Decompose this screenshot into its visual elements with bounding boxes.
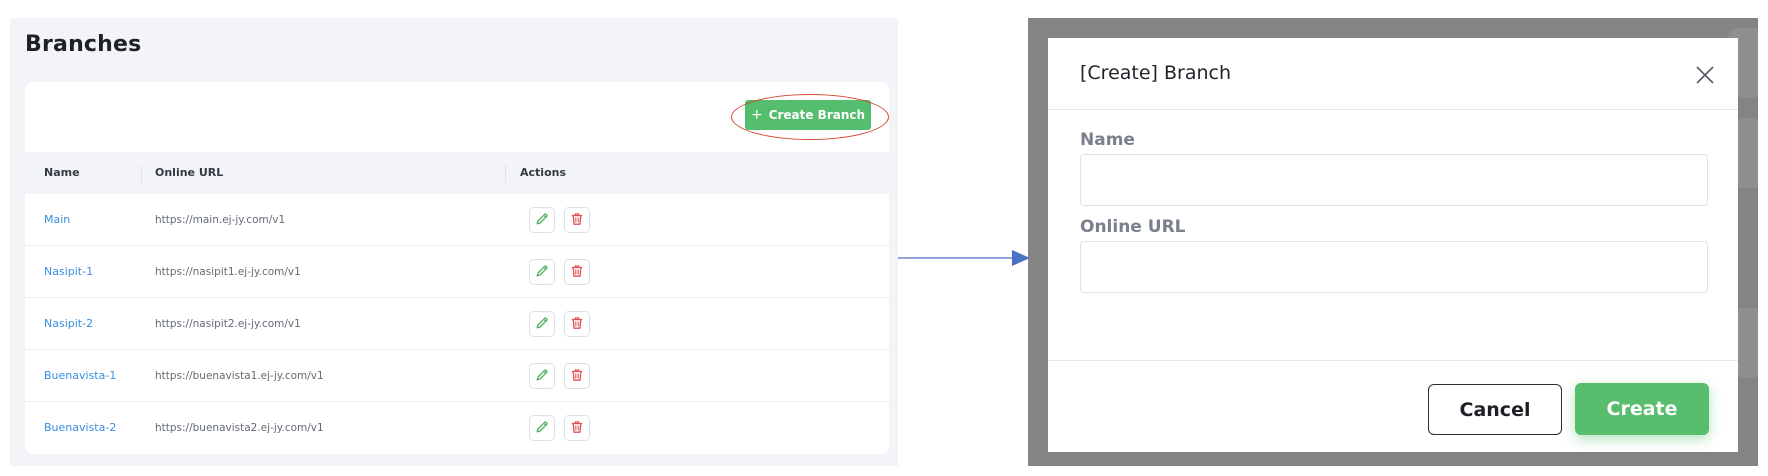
delete-button[interactable] [564,415,590,441]
create-branch-button[interactable]: + Create Branch [745,100,871,130]
branch-url: https://nasipit1.ej-jy.com/v1 [155,266,301,278]
branch-url: https://buenavista2.ej-jy.com/v1 [155,422,324,434]
table-row: Nasipit-2 https://nasipit2.ej-jy.com/v1 [25,298,889,350]
branches-page: Branches + Create Branch Name Online URL… [10,18,898,466]
column-divider [505,165,506,183]
pencil-icon [535,367,549,386]
modal-header: [Create] Branch [1048,38,1738,110]
branch-url: https://buenavista1.ej-jy.com/v1 [155,370,324,382]
flow-arrow [898,250,1030,266]
column-header-url: Online URL [155,166,224,179]
pencil-icon [535,419,549,438]
pencil-icon [535,315,549,334]
trash-icon [570,263,584,282]
delete-button[interactable] [564,363,590,389]
branch-url: https://main.ej-jy.com/v1 [155,214,286,226]
create-button[interactable]: Create [1575,383,1709,435]
card-toolbar: + Create Branch [25,82,889,152]
branch-url: https://nasipit2.ej-jy.com/v1 [155,318,301,330]
online-url-input[interactable] [1080,241,1708,293]
table-row: Main https://main.ej-jy.com/v1 [25,194,889,246]
branch-name-link[interactable]: Nasipit-2 [44,298,93,350]
modal-title: [Create] Branch [1080,62,1232,84]
cancel-button[interactable]: Cancel [1428,384,1562,435]
branch-name-link[interactable]: Buenavista-1 [44,350,116,402]
edit-button[interactable] [529,415,555,441]
branches-table: Name Online URL Actions Main https://main… [25,152,889,454]
delete-button[interactable] [564,259,590,285]
edit-button[interactable] [529,207,555,233]
table-row: Nasipit-1 https://nasipit1.ej-jy.com/v1 [25,246,889,298]
delete-button[interactable] [564,207,590,233]
branch-name-link[interactable]: Buenavista-2 [44,402,116,454]
plus-icon: + [750,107,763,123]
page-title: Branches [25,32,142,57]
table-row: Buenavista-2 https://buenavista2.ej-jy.co… [25,402,889,454]
column-divider [141,165,142,183]
edit-button[interactable] [529,363,555,389]
modal-overlay: [Create] Branch Name Online URL Cancel C… [1028,18,1758,466]
pencil-icon [535,263,549,282]
close-icon[interactable] [1694,64,1716,86]
branch-name-link[interactable]: Nasipit-1 [44,246,93,298]
table-row: Buenavista-1 https://buenavista1.ej-jy.co… [25,350,889,402]
table-body: Main https://main.ej-jy.com/v1 Nasipit-1 ht… [25,194,889,454]
modal-footer: Cancel Create [1048,360,1738,452]
trash-icon [570,315,584,334]
trash-icon [570,211,584,230]
name-input[interactable] [1080,154,1708,206]
trash-icon [570,419,584,438]
pencil-icon [535,211,549,230]
column-header-name: Name [44,166,80,179]
column-header-actions: Actions [520,166,566,179]
create-branch-label: Create Branch [768,108,866,122]
online-url-label: Online URL [1080,217,1186,237]
trash-icon [570,367,584,386]
name-label: Name [1080,130,1135,150]
branches-card: + Create Branch Name Online URL Actions … [25,82,889,454]
branch-name-link[interactable]: Main [44,194,70,246]
delete-button[interactable] [564,311,590,337]
edit-button[interactable] [529,259,555,285]
table-header: Name Online URL Actions [25,152,889,194]
edit-button[interactable] [529,311,555,337]
create-branch-modal: [Create] Branch Name Online URL Cancel C… [1048,38,1738,452]
